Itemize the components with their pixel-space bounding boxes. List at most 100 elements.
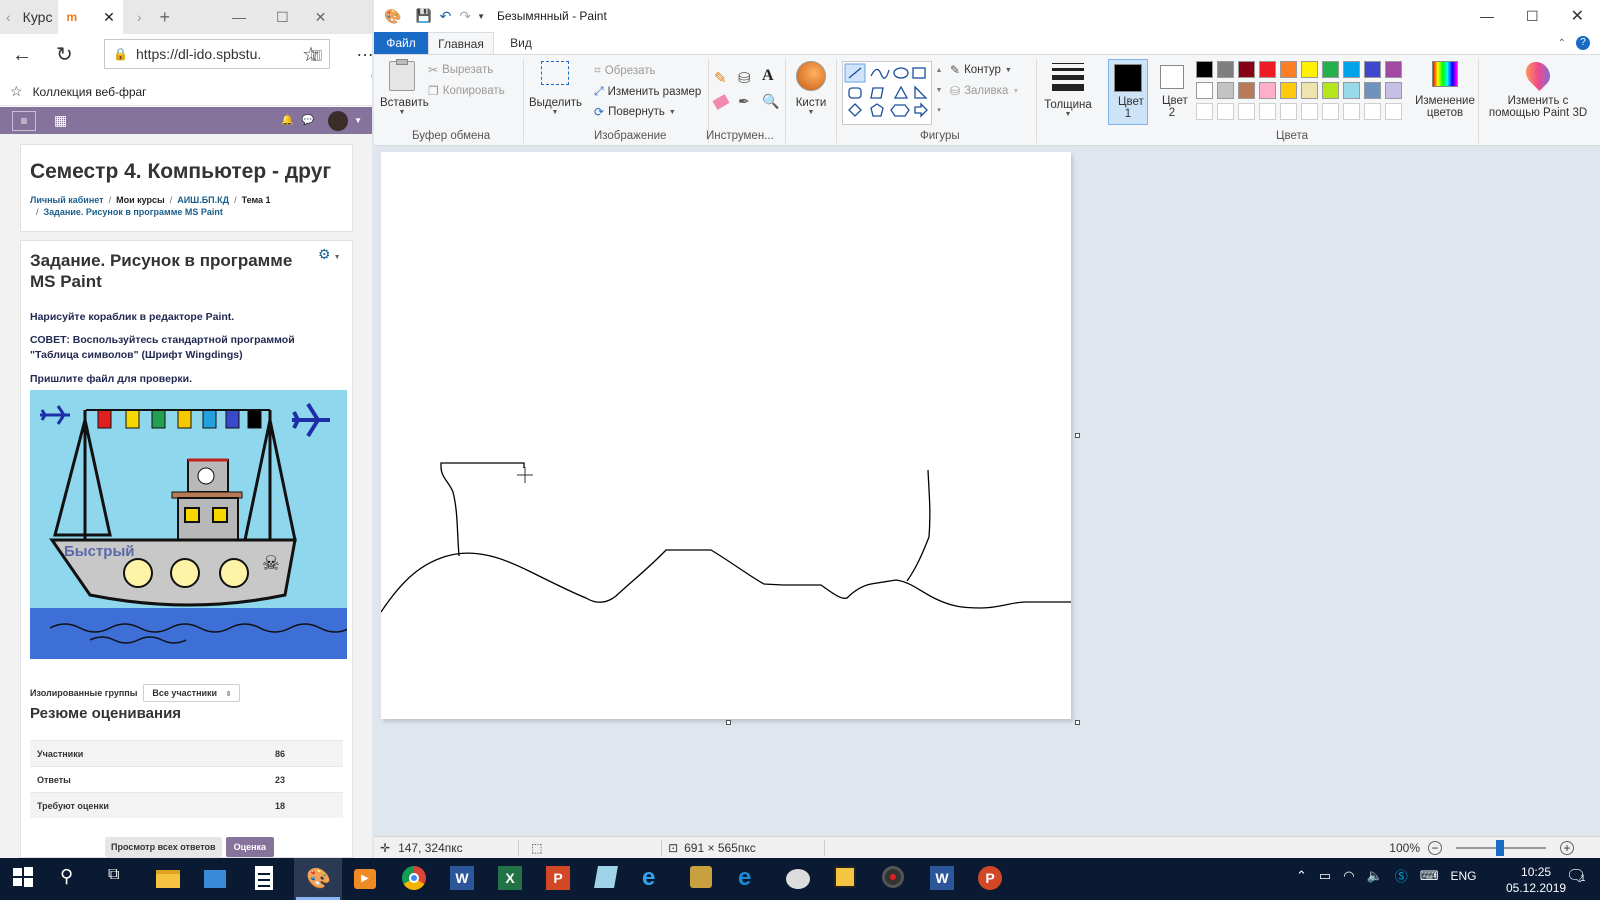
power-icon[interactable]: ▭ xyxy=(1319,868,1331,884)
color-swatch[interactable] xyxy=(1301,103,1318,120)
paint-3d-taskbar-icon[interactable] xyxy=(786,866,812,892)
color-swatch[interactable] xyxy=(1238,82,1255,99)
tab-home[interactable]: Главная xyxy=(428,32,494,54)
brushes-button[interactable]: Кисти ▼ xyxy=(789,61,833,116)
zoom-slider-thumb[interactable] xyxy=(1496,839,1504,856)
color-swatch[interactable] xyxy=(1217,103,1234,120)
word-icon[interactable]: W xyxy=(450,866,476,892)
color-swatch[interactable] xyxy=(1322,103,1339,120)
more-menu-icon[interactable]: … xyxy=(356,40,374,61)
media-player-icon[interactable]: ▶ xyxy=(354,866,380,892)
color-swatch[interactable] xyxy=(1322,61,1339,78)
windows-start-icon[interactable] xyxy=(12,866,38,892)
color-swatch[interactable] xyxy=(1280,61,1297,78)
edit-colors-button[interactable]: Изменение цветов xyxy=(1412,61,1478,119)
maximize-icon[interactable]: ☐ xyxy=(270,0,295,34)
favorite-star-icon[interactable]: ☆ xyxy=(302,42,320,67)
color-swatch[interactable] xyxy=(1385,82,1402,99)
outline-dropdown[interactable]: ✎ Контур ▼ xyxy=(950,63,1012,77)
zoom-in-icon[interactable]: + xyxy=(1560,840,1574,855)
keyboard-icon[interactable]: ⌨ xyxy=(1420,868,1439,884)
show-hidden-icons-icon[interactable]: ⌃ xyxy=(1296,868,1307,884)
tab-scroll-right-icon[interactable]: › xyxy=(131,0,148,34)
avatar[interactable] xyxy=(328,110,349,131)
skype-icon[interactable]: Ⓢ xyxy=(1395,866,1408,885)
zoom-slider[interactable] xyxy=(1456,839,1546,856)
eraser-icon[interactable] xyxy=(712,94,730,110)
color-swatch[interactable] xyxy=(1196,61,1213,78)
color-swatch[interactable] xyxy=(1385,61,1402,78)
color-swatch[interactable] xyxy=(1259,82,1276,99)
color1-button[interactable]: Цвет 1 xyxy=(1108,59,1148,125)
settings-gear-icon[interactable]: ⚙ ▼ xyxy=(318,246,341,263)
color-swatch[interactable] xyxy=(1238,103,1255,120)
breadcrumb-my-courses[interactable]: Мои курсы xyxy=(116,195,165,205)
browser-tab-course[interactable]: Курс xyxy=(17,0,59,34)
excel-icon[interactable]: X xyxy=(498,866,524,892)
notification-center-icon[interactable]: 🗨1 xyxy=(1566,866,1586,886)
control-panel-icon[interactable] xyxy=(204,866,230,892)
grade-button[interactable]: Оценка xyxy=(225,837,275,857)
breadcrumb-course[interactable]: АИШ.БП.КД xyxy=(177,195,229,205)
resize-handle-bottom[interactable] xyxy=(726,720,731,725)
dashboard-icon[interactable]: ▦ xyxy=(54,112,67,129)
minimize-icon[interactable]: — xyxy=(226,0,252,34)
size-button[interactable]: Толщина ▼ xyxy=(1040,61,1096,118)
magnifier-icon[interactable]: 🔍 xyxy=(762,93,779,110)
shapes-gallery[interactable] xyxy=(842,61,932,125)
save-icon[interactable]: 💾 xyxy=(415,8,431,24)
close-icon[interactable]: ✕ xyxy=(1571,6,1584,26)
quick-access-dropdown-icon[interactable]: ▼ xyxy=(477,12,485,21)
color-swatch[interactable] xyxy=(1301,82,1318,99)
cut-button[interactable]: ✂ Вырезать xyxy=(428,63,493,77)
resize-handle-right[interactable] xyxy=(1075,433,1080,438)
pencil-icon[interactable]: ✎ xyxy=(714,69,727,87)
new-tab-icon[interactable]: + xyxy=(154,0,177,34)
tab-view[interactable]: Вид xyxy=(494,32,548,54)
fill-bucket-icon[interactable]: ⛁ xyxy=(738,69,751,87)
color-swatch[interactable] xyxy=(1364,82,1381,99)
wifi-icon[interactable]: ◠ xyxy=(1343,868,1354,884)
color-swatch[interactable] xyxy=(1343,82,1360,99)
refresh-icon[interactable]: ↻ xyxy=(56,42,73,67)
breadcrumb-topic[interactable]: Тема 1 xyxy=(242,195,271,205)
color-swatch[interactable] xyxy=(1259,103,1276,120)
color-swatch[interactable] xyxy=(1364,103,1381,120)
bell-icon[interactable]: 🔔 xyxy=(281,115,293,126)
powerpoint-open-icon[interactable]: P xyxy=(978,866,1004,892)
color-swatch[interactable] xyxy=(1217,61,1234,78)
favorites-item[interactable]: Коллекция веб-фраг xyxy=(33,85,147,99)
clock[interactable]: 10:25 05.12.2019 xyxy=(1506,864,1566,896)
notepad-icon[interactable] xyxy=(594,866,620,892)
shapes-scroll[interactable]: ▲ ▼ ▾ xyxy=(934,61,944,125)
task-view-icon[interactable]: ⧉ xyxy=(108,866,134,892)
chat-icon[interactable]: 💬 xyxy=(302,115,314,126)
color-swatch[interactable] xyxy=(1196,103,1213,120)
minimize-icon[interactable]: — xyxy=(1480,8,1494,24)
search-icon[interactable]: ⚲ xyxy=(60,866,86,892)
close-tab-icon[interactable]: ✕ xyxy=(103,9,115,26)
tab-back-arrow[interactable]: ‹ xyxy=(0,0,17,34)
color-picker-icon[interactable]: ✒ xyxy=(738,93,750,110)
chrome-icon[interactable] xyxy=(402,866,428,892)
color-swatch[interactable] xyxy=(1196,82,1213,99)
paint-taskbar-icon[interactable]: 🎨 xyxy=(306,866,332,892)
collapse-ribbon-icon[interactable]: ⌃ xyxy=(1558,38,1566,49)
paint3d-button[interactable]: Изменить с помощью Paint 3D xyxy=(1486,57,1590,119)
zoom-out-icon[interactable]: − xyxy=(1428,840,1442,855)
help-icon[interactable]: ? xyxy=(1576,36,1590,50)
address-bar[interactable]: 🔒 https://dl-ido.spbstu. ▥ xyxy=(104,39,330,69)
rotate-button[interactable]: ⟳ Повернуть ▼ xyxy=(594,105,676,119)
fill-dropdown[interactable]: ⛁ Заливка ▼ xyxy=(950,84,1019,98)
crop-button[interactable]: ⌗ Обрезать xyxy=(594,63,656,78)
color-swatch[interactable] xyxy=(1364,61,1381,78)
breadcrumb-dashboard[interactable]: Личный кабинет xyxy=(30,195,104,205)
user-menu-chevron-icon[interactable]: ▼ xyxy=(354,116,362,125)
select-button[interactable]: Выделить ▼ xyxy=(529,61,582,116)
breadcrumb-assignment[interactable]: Задание. Рисунок в программе MS Paint xyxy=(44,207,223,217)
close-window-icon[interactable]: ✕ xyxy=(309,0,333,34)
color-swatch[interactable] xyxy=(1343,103,1360,120)
calculator-icon[interactable] xyxy=(252,866,278,892)
drawing-canvas[interactable] xyxy=(381,152,1071,719)
maximize-icon[interactable]: ☐ xyxy=(1526,8,1539,25)
